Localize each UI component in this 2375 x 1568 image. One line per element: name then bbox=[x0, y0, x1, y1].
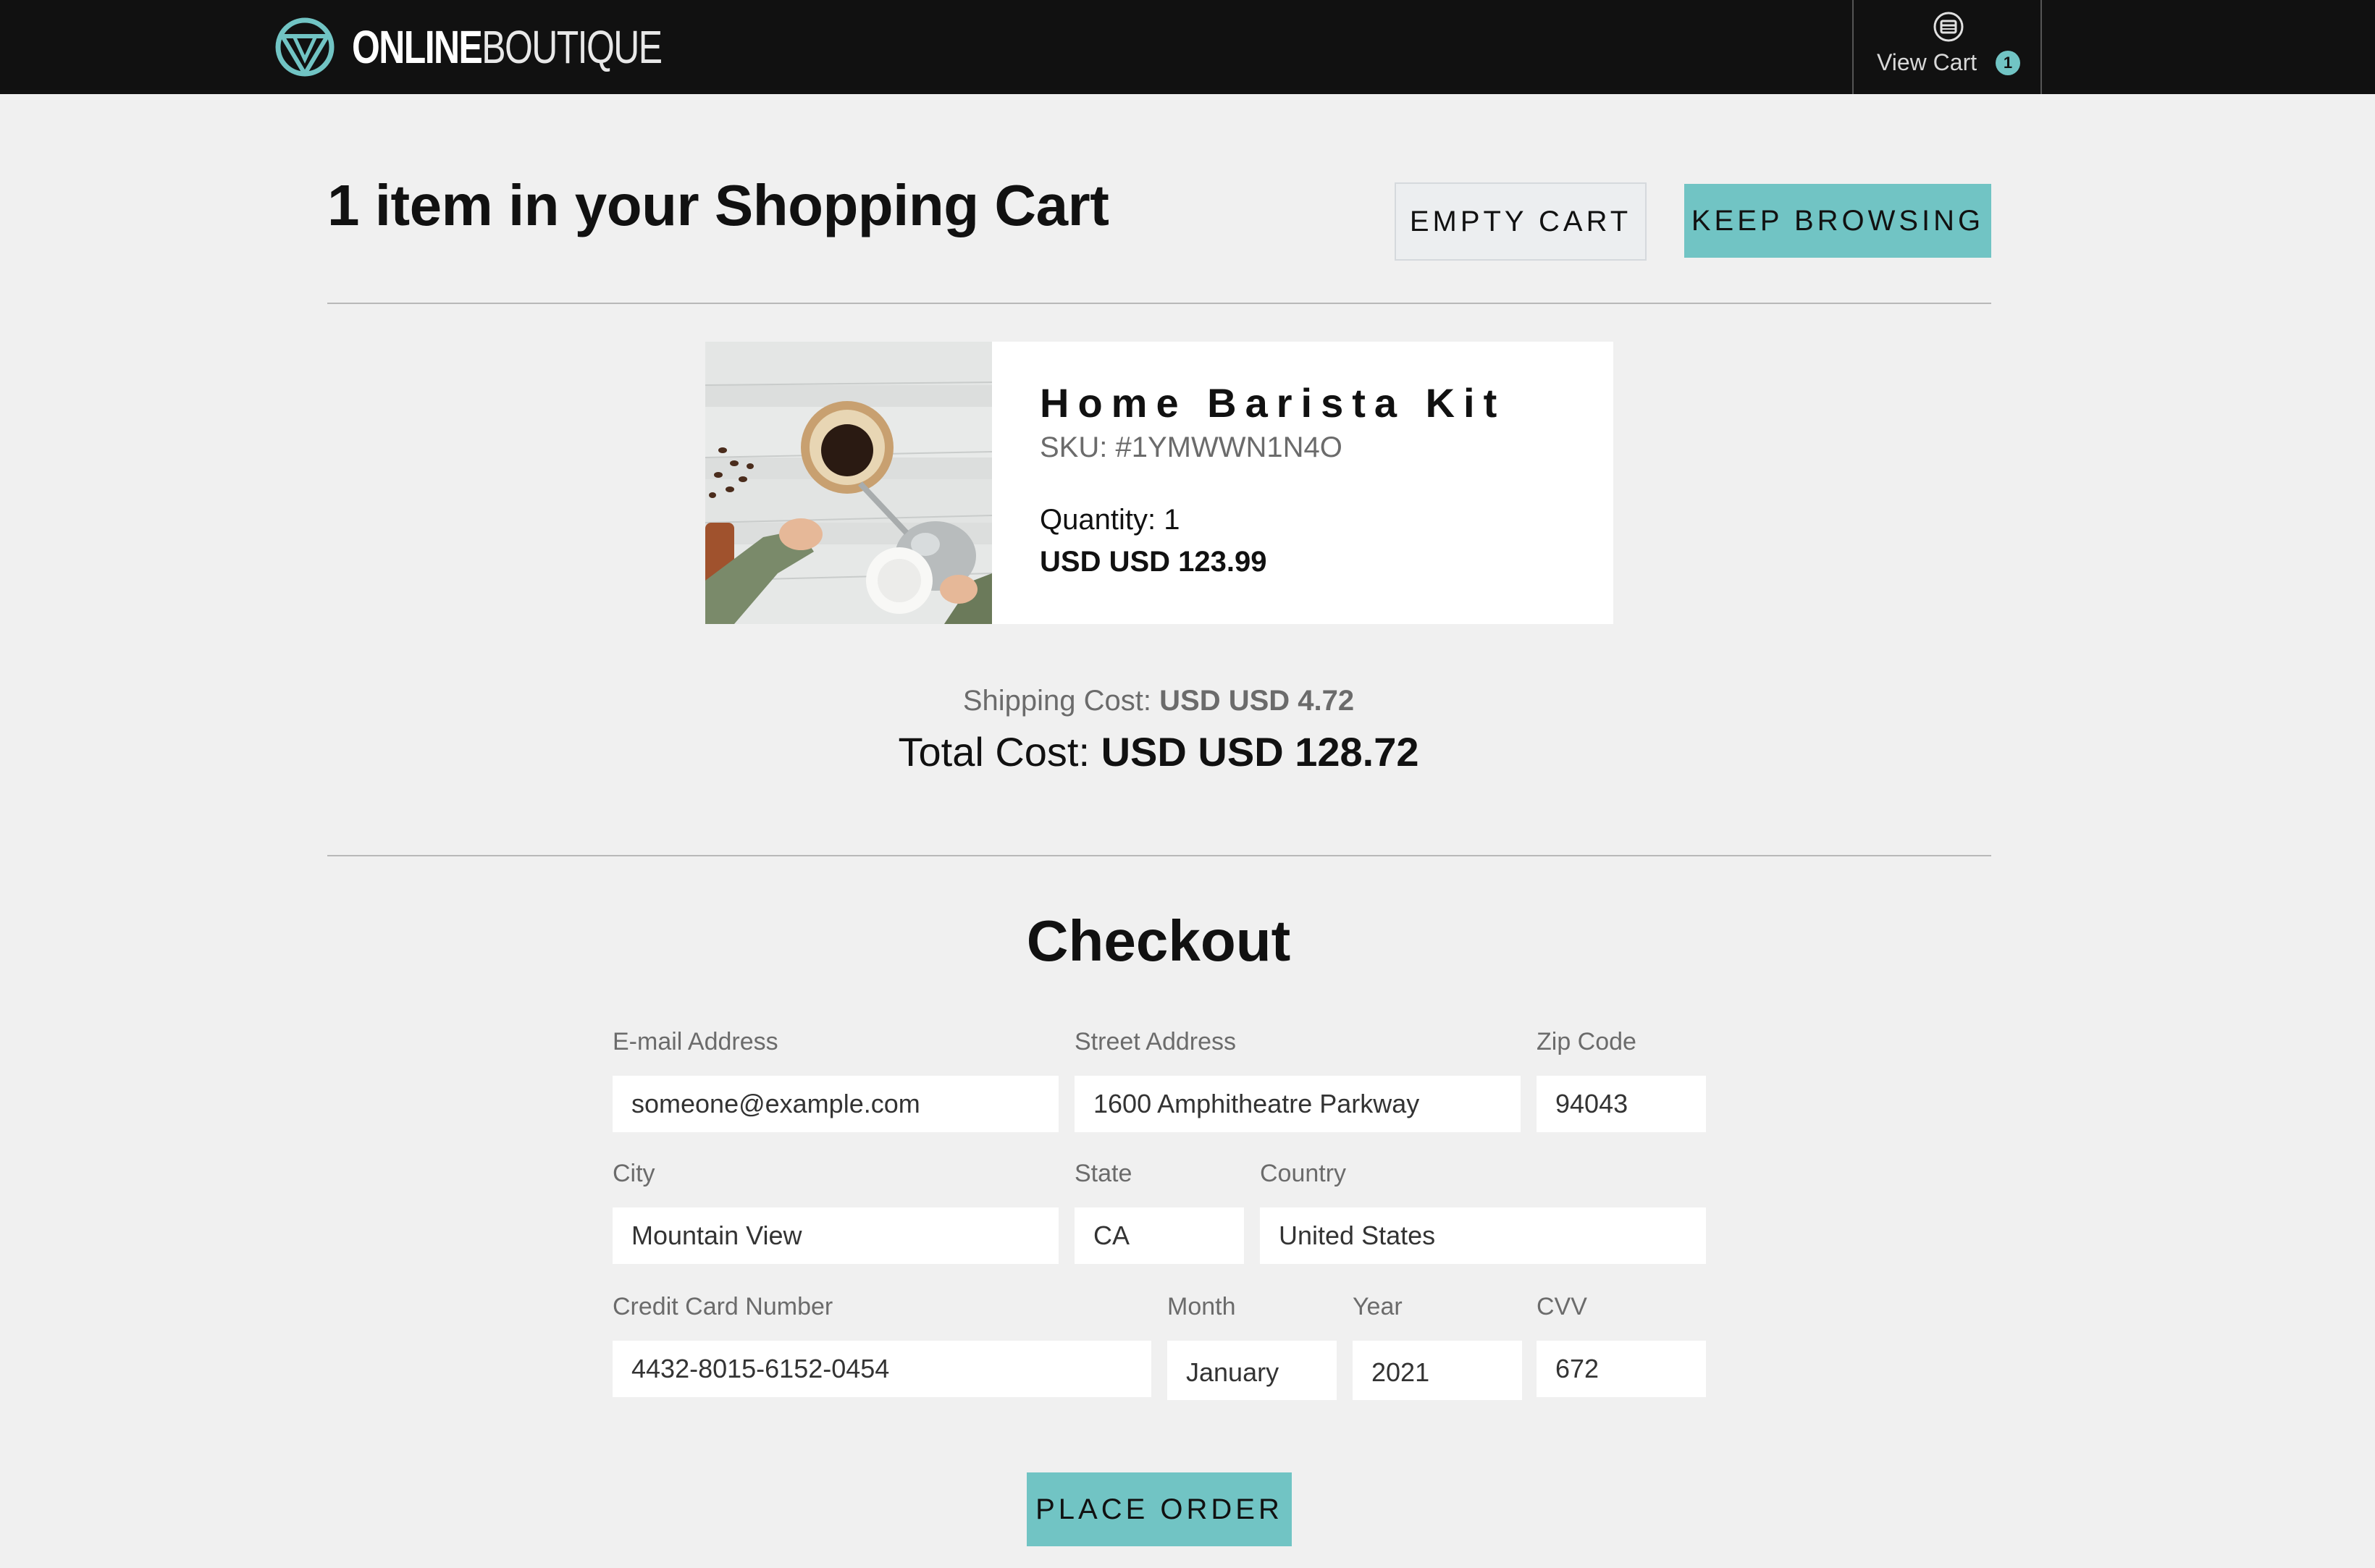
cart-divider-bottom bbox=[327, 855, 1991, 856]
cart-count-badge: 1 bbox=[1996, 51, 2020, 75]
checkout-heading: Checkout bbox=[1026, 909, 1291, 973]
shipping-cost-amount: USD USD 4.72 bbox=[1159, 685, 1355, 717]
country-label: Country bbox=[1260, 1160, 1347, 1187]
item-sku: SKU: #1YMWWN1N4O bbox=[1040, 431, 1342, 463]
year-select[interactable] bbox=[1353, 1341, 1522, 1400]
cart-item-card: Home Barista Kit SKU: #1YMWWN1N4O Quanti… bbox=[705, 342, 1613, 624]
credit-card-label: Credit Card Number bbox=[613, 1293, 833, 1320]
logo-word-online: ONLINE bbox=[352, 21, 483, 73]
total-cost-amount: USD USD 128.72 bbox=[1101, 729, 1419, 775]
city-label: City bbox=[613, 1160, 655, 1187]
month-select[interactable] bbox=[1167, 1341, 1337, 1400]
month-label: Month bbox=[1167, 1293, 1236, 1320]
city-field[interactable] bbox=[613, 1207, 1059, 1264]
top-nav-bar: ONLINEBOUTIQUE View Cart 1 bbox=[0, 0, 2375, 94]
online-boutique-logo[interactable]: ONLINEBOUTIQUE bbox=[274, 13, 749, 81]
view-cart-label: View Cart bbox=[1877, 49, 1977, 75]
item-quantity: Quantity: 1 bbox=[1040, 504, 1180, 536]
shipping-cost-line: Shipping Cost: USD USD 4.72 bbox=[0, 685, 2317, 717]
cvv-field[interactable] bbox=[1537, 1341, 1706, 1397]
logo-word-boutique: BOUTIQUE bbox=[482, 21, 663, 73]
keep-browsing-button[interactable]: KEEP BROWSING bbox=[1684, 184, 1991, 258]
state-field[interactable] bbox=[1075, 1207, 1244, 1264]
boutique-logo-icon bbox=[275, 17, 335, 77]
shipping-cost-label: Shipping Cost: bbox=[962, 685, 1160, 717]
cart-icon bbox=[1933, 12, 1964, 42]
email-field[interactable] bbox=[613, 1076, 1059, 1132]
cvv-label: CVV bbox=[1537, 1293, 1587, 1320]
total-cost-line: Total Cost: USD USD 128.72 bbox=[0, 728, 2317, 775]
credit-card-field[interactable] bbox=[613, 1341, 1151, 1397]
item-name[interactable]: Home Barista Kit bbox=[1040, 379, 1505, 426]
logo-wordmark: ONLINEBOUTIQUE bbox=[352, 20, 663, 74]
year-label: Year bbox=[1353, 1293, 1403, 1320]
total-cost-label: Total Cost: bbox=[898, 729, 1101, 775]
zip-code-label: Zip Code bbox=[1537, 1028, 1636, 1055]
cart-title: 1 item in your Shopping Cart bbox=[327, 173, 1109, 237]
street-address-label: Street Address bbox=[1075, 1028, 1237, 1055]
item-price: USD USD 123.99 bbox=[1040, 546, 1267, 578]
cart-divider-top bbox=[327, 303, 1991, 304]
empty-cart-button[interactable]: EMPTY CART bbox=[1395, 182, 1647, 261]
barista-kit-image bbox=[705, 342, 992, 624]
country-field[interactable] bbox=[1260, 1207, 1706, 1264]
street-address-field[interactable] bbox=[1075, 1076, 1521, 1132]
email-label: E-mail Address bbox=[613, 1028, 778, 1055]
view-cart-button[interactable]: View Cart 1 bbox=[1852, 0, 2042, 94]
place-order-button[interactable]: PLACE ORDER bbox=[1027, 1472, 1292, 1546]
item-product-image[interactable] bbox=[705, 342, 992, 624]
zip-code-field[interactable] bbox=[1537, 1076, 1706, 1132]
state-label: State bbox=[1075, 1160, 1132, 1187]
